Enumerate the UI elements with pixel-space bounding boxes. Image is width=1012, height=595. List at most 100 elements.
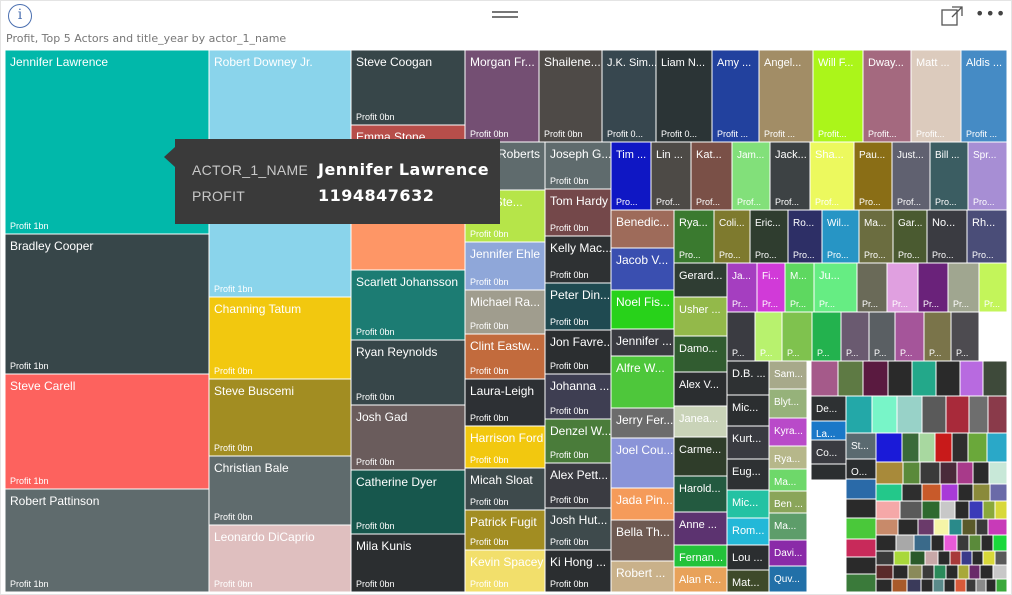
- treemap-tile-m[interactable]: M... Pr...: [784, 262, 815, 313]
- treemap-tile-small[interactable]: [845, 478, 877, 500]
- treemap-tile-jerry-fer[interactable]: Jerry Fer...: [610, 407, 675, 439]
- treemap-tile-mat[interactable]: Mat...: [726, 569, 770, 592]
- treemap-tile-pau[interactable]: Pau... Pro...: [853, 141, 893, 211]
- treemap-tile-small[interactable]: [968, 564, 981, 580]
- treemap-tile-st[interactable]: St...: [845, 432, 877, 460]
- more-options-icon[interactable]: •••: [975, 5, 1005, 25]
- treemap-tile-bella-th[interactable]: Bella Th...: [610, 519, 675, 562]
- treemap-tile-small[interactable]: [954, 500, 970, 520]
- treemap-tile-small[interactable]: [980, 534, 994, 552]
- treemap-tile-small[interactable]: [992, 564, 1007, 580]
- treemap-tile-rect[interactable]: [810, 463, 847, 481]
- treemap-tile-jon-favre[interactable]: Jon Favre... Profit 0bn: [544, 329, 613, 375]
- treemap-tile-small[interactable]: [845, 538, 877, 558]
- treemap-tile-peter-din[interactable]: Peter Din... Profit 0bn: [544, 282, 612, 331]
- treemap-tile-ja[interactable]: Ja... Pr...: [726, 262, 758, 313]
- treemap-tile-small[interactable]: [887, 360, 913, 397]
- treemap-tile[interactable]: Pr...: [917, 262, 949, 313]
- treemap-tile-mila-kunis[interactable]: Mila Kunis Profit 0bn: [350, 533, 466, 592]
- treemap-tile-mic[interactable]: Mic...: [726, 489, 770, 519]
- treemap-tile-johanna[interactable]: Johanna ... Profit 0bn: [544, 373, 612, 420]
- treemap-tile-kevin-spacey[interactable]: Kevin Spacey Profit 0bn: [464, 549, 546, 592]
- treemap-tile-small[interactable]: [845, 573, 877, 592]
- treemap-tile-small[interactable]: [975, 578, 987, 592]
- treemap-tile-davi[interactable]: Davi...: [768, 539, 808, 567]
- treemap-tile-small[interactable]: [945, 395, 970, 434]
- treemap-tile-small[interactable]: [933, 564, 947, 580]
- treemap-tile-d-b[interactable]: D.B. ...: [726, 360, 770, 396]
- treemap-tile-steve-carell[interactable]: Steve Carell Profit 1bn: [5, 373, 210, 490]
- treemap-tile-josh-hut[interactable]: Josh Hut... Profit 0bn: [544, 507, 612, 551]
- treemap-tile-patrick-fugit[interactable]: Patrick Fugit Profit 0bn: [464, 509, 546, 551]
- treemap-tile-spr[interactable]: Spr... Pro...: [967, 141, 1007, 211]
- treemap-tile-small[interactable]: [921, 483, 942, 502]
- treemap-tile-small[interactable]: [921, 564, 935, 580]
- treemap-tile-quv[interactable]: Quv...: [768, 565, 808, 592]
- focus-mode-icon[interactable]: [941, 6, 963, 26]
- treemap-tile-aldis[interactable]: Aldis ... Profit ...: [960, 50, 1007, 143]
- treemap-tile-small[interactable]: [901, 483, 923, 502]
- treemap-tile-small[interactable]: [960, 550, 973, 566]
- treemap-tile-fernan[interactable]: Fernan...: [673, 544, 728, 568]
- treemap-tile[interactable]: Pr...: [947, 262, 980, 313]
- treemap-tile-josh-gad[interactable]: Josh Gad Profit 0bn: [350, 404, 466, 471]
- treemap-tile-small[interactable]: [989, 483, 1007, 502]
- treemap-tile-small[interactable]: [995, 578, 1007, 592]
- treemap-tile-small[interactable]: [875, 534, 897, 552]
- treemap-tile-scarlett-johansson[interactable]: Scarlett Johansson Profit 0bn: [350, 269, 466, 341]
- treemap-tile-small[interactable]: [875, 518, 899, 536]
- treemap-tile-kurt[interactable]: Kurt...: [726, 425, 770, 460]
- treemap-tile-small[interactable]: [918, 432, 936, 463]
- treemap-tile[interactable]: P...: [811, 311, 842, 362]
- treemap-tile-small[interactable]: [986, 432, 1007, 463]
- treemap-tile-small[interactable]: [845, 498, 877, 519]
- treemap-tile-small[interactable]: [891, 578, 908, 592]
- treemap-tile-bill[interactable]: Bill ... Pro...: [929, 141, 969, 211]
- treemap-tile-small[interactable]: [906, 578, 922, 592]
- treemap-tile-robert-pattinson[interactable]: Robert Pattinson Profit 1bn: [5, 488, 210, 592]
- drag-handle-icon[interactable]: [492, 11, 518, 20]
- treemap-tile-rya[interactable]: Rya... Pro...: [673, 209, 715, 264]
- treemap-tile-small[interactable]: [948, 518, 963, 536]
- treemap-tile-sam[interactable]: Sam...: [768, 360, 808, 390]
- treemap-tile-joseph-g[interactable]: Joseph G... Profit 0bn: [544, 141, 612, 190]
- treemap-tile[interactable]: P...: [950, 311, 980, 362]
- treemap-tile-mic[interactable]: Mic...: [726, 394, 770, 427]
- treemap-tile-joel-cou[interactable]: Joel Cou...: [610, 437, 675, 489]
- treemap-tile[interactable]: P...: [781, 311, 813, 362]
- treemap-tile-small[interactable]: [979, 564, 994, 580]
- treemap-tile-noel-fis[interactable]: Noel Fis...: [610, 289, 675, 330]
- treemap-tile-morgan-fr[interactable]: Morgan Fr... Profit 0bn: [464, 50, 540, 143]
- treemap-tile[interactable]: P...: [894, 311, 925, 362]
- treemap-tile-dway[interactable]: Dway... Profit...: [862, 50, 912, 143]
- treemap-tile-jada-pin[interactable]: Jada Pin...: [610, 487, 675, 521]
- treemap-tile-small[interactable]: [920, 578, 934, 592]
- treemap-tile[interactable]: Pr...: [886, 262, 919, 313]
- treemap-tile-small[interactable]: [892, 564, 909, 580]
- treemap-tile-clint-eastw[interactable]: Clint Eastw... Profit 0bn: [464, 333, 546, 380]
- treemap-tile-small[interactable]: [968, 500, 984, 520]
- treemap-tile-usher[interactable]: Usher ...: [673, 296, 728, 337]
- treemap-tile-shailene[interactable]: Shailene... Profit 0bn: [538, 50, 603, 143]
- treemap-tile-small[interactable]: [899, 500, 923, 520]
- treemap-tile-small[interactable]: [967, 432, 988, 463]
- treemap-tile-jack[interactable]: Jack... Prof...: [769, 141, 811, 211]
- treemap-tile-small[interactable]: [845, 395, 873, 434]
- treemap-tile-ma[interactable]: Ma...: [768, 512, 808, 541]
- treemap-tile-small[interactable]: [932, 578, 945, 592]
- treemap-tile-alfre-w[interactable]: Alfre W...: [610, 355, 675, 409]
- treemap-tile-small[interactable]: [930, 534, 945, 552]
- treemap-tile-rh[interactable]: Rh... Pro...: [966, 209, 1007, 264]
- treemap-tile-small[interactable]: [875, 550, 895, 566]
- treemap-tile-alex-pett[interactable]: Alex Pett... Profit 0bn: [544, 462, 612, 509]
- treemap-tile[interactable]: P...: [754, 311, 783, 362]
- treemap-tile-small[interactable]: [949, 550, 962, 566]
- treemap-tile-small[interactable]: [917, 518, 935, 536]
- treemap-tile-angel[interactable]: Angel... Profit ...: [758, 50, 814, 143]
- treemap-tile-small[interactable]: [893, 550, 911, 566]
- treemap-tile-j-k-sim[interactable]: J.K. Sim... Profit 0...: [601, 50, 657, 143]
- treemap-tile-kelly-mac[interactable]: Kelly Mac... Profit 0bn: [544, 235, 612, 284]
- treemap-tile-small[interactable]: [943, 534, 958, 552]
- treemap-tile-small[interactable]: [911, 360, 937, 397]
- treemap-tile-small[interactable]: [895, 534, 915, 552]
